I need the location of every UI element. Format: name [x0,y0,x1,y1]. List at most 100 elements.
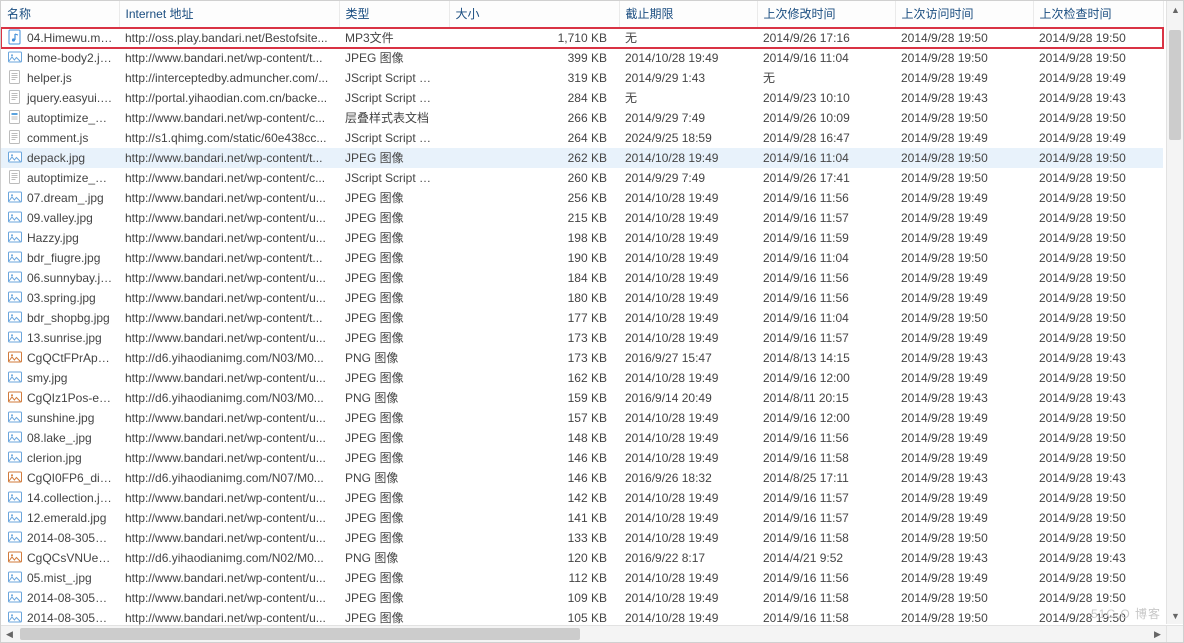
table-row[interactable]: CgQI0FP6_diA...http://d6.yihaodianimg.co… [1,468,1163,488]
cell-type: JPEG 图像 [339,188,449,208]
table-row[interactable]: 03.spring.jpghttp://www.bandari.net/wp-c… [1,288,1163,308]
table-row[interactable]: smy.jpghttp://www.bandari.net/wp-content… [1,368,1163,388]
cell-accessed: 2014/9/28 19:49 [895,268,1033,288]
cell-type: JScript Script 文件 [339,88,449,108]
table-row[interactable]: 07.dream_.jpghttp://www.bandari.net/wp-c… [1,188,1163,208]
table-row[interactable]: CgQCsVNUecC...http://d6.yihaodianimg.com… [1,548,1163,568]
cell-size: 256 KB [449,188,619,208]
cell-text: JPEG 图像 [345,311,404,325]
cell-checked: 2014/9/28 19:49 [1033,68,1163,88]
table-row[interactable]: 2014-08-3056.j...http://www.bandari.net/… [1,528,1163,548]
cell-text: 157 KB [568,411,607,425]
horizontal-scrollbar[interactable]: ◀ ▶ [1,625,1166,642]
table-row[interactable]: 05.mist_.jpghttp://www.bandari.net/wp-co… [1,568,1163,588]
cell-accessed: 2014/9/28 19:50 [895,588,1033,608]
table-row[interactable]: 04.Himewu.mp3http://oss.play.bandari.net… [1,28,1163,49]
table-row[interactable]: jquery.easyui.m...http://portal.yihaodia… [1,88,1163,108]
cell-text: 2014/9/28 19:43 [1039,91,1126,105]
column-header-size[interactable]: 大小 [449,1,619,28]
cell-text: 399 KB [568,51,607,65]
cell-url: http://www.bandari.net/wp-content/u... [119,228,339,248]
cell-checked: 2014/9/28 19:50 [1033,168,1163,188]
table-row[interactable]: 09.valley.jpghttp://www.bandari.net/wp-c… [1,208,1163,228]
column-header-deadline[interactable]: 截止期限 [619,1,757,28]
table-row[interactable]: comment.jshttp://s1.qhimg.com/static/60e… [1,128,1163,148]
cell-accessed: 2014/9/28 19:50 [895,168,1033,188]
table-row[interactable]: clerion.jpghttp://www.bandari.net/wp-con… [1,448,1163,468]
cell-text: 2014/9/28 19:50 [1039,111,1126,125]
table-row[interactable]: CgQIz1Pos-eA...http://d6.yihaodianimg.co… [1,388,1163,408]
scrollbar-corner [1166,625,1183,642]
file-name-text: CgQI0FP6_diA... [27,471,118,485]
cell-url: http://www.bandari.net/wp-content/t... [119,308,339,328]
file-name-text: 09.valley.jpg [27,211,93,225]
cell-type: JPEG 图像 [339,428,449,448]
cell-text: 2014/9/28 19:43 [1039,471,1126,485]
table-row[interactable]: Hazzy.jpghttp://www.bandari.net/wp-conte… [1,228,1163,248]
table-row[interactable]: 2014-08-30531...http://www.bandari.net/w… [1,588,1163,608]
cell-text: 2014/9/28 19:49 [1039,71,1126,85]
column-header-url[interactable]: Internet 地址 [119,1,339,28]
cell-text: 180 KB [568,291,607,305]
column-header-accessed[interactable]: 上次访问时间 [895,1,1033,28]
cell-modified: 2014/9/16 11:58 [757,448,895,468]
column-header-name[interactable]: 名称 [1,1,119,28]
scroll-track-v[interactable] [1167,18,1183,607]
cell-deadline: 2024/9/25 18:59 [619,128,757,148]
table-row[interactable]: 12.emerald.jpghttp://www.bandari.net/wp-… [1,508,1163,528]
cell-text: 2014/9/28 19:43 [901,91,988,105]
cell-text: 2014/10/28 19:49 [625,511,718,525]
table-row[interactable]: bdr_fiugre.jpghttp://www.bandari.net/wp-… [1,248,1163,268]
scroll-up-icon[interactable]: ▲ [1167,1,1184,18]
scroll-left-icon[interactable]: ◀ [1,626,18,643]
scroll-down-icon[interactable]: ▼ [1167,607,1184,624]
cell-text: 2014/10/28 19:49 [625,371,718,385]
cell-name: helper.js [1,68,119,88]
table-row[interactable]: 14.collection.jpghttp://www.bandari.net/… [1,488,1163,508]
scroll-right-icon[interactable]: ▶ [1149,626,1166,643]
table-row[interactable]: sunshine.jpghttp://www.bandari.net/wp-co… [1,408,1163,428]
table-row[interactable]: autoptimize_5f...http://www.bandari.net/… [1,108,1163,128]
cell-text: 2014/9/23 10:10 [763,91,850,105]
table-row[interactable]: CgQCtFPrApW...http://d6.yihaodianimg.com… [1,348,1163,368]
cell-url: http://www.bandari.net/wp-content/u... [119,588,339,608]
table-row[interactable]: home-body2.jpghttp://www.bandari.net/wp-… [1,48,1163,68]
image-icon [7,429,23,445]
cell-size: 319 KB [449,68,619,88]
cell-text: 146 KB [568,451,607,465]
cell-size: 190 KB [449,248,619,268]
cell-deadline: 2014/10/28 19:49 [619,568,757,588]
table-row[interactable]: helper.jshttp://interceptedby.admuncher.… [1,68,1163,88]
cell-text: http://www.bandari.net/wp-content/t... [125,51,322,65]
table-row[interactable]: autoptimize_1c...http://www.bandari.net/… [1,168,1163,188]
cell-modified: 2014/9/16 11:56 [757,288,895,308]
cell-accessed: 2014/9/28 19:49 [895,188,1033,208]
cell-checked: 2014/9/28 19:43 [1033,88,1163,108]
cell-text: 319 KB [568,71,607,85]
scroll-thumb-v[interactable] [1169,30,1181,140]
column-header-checked[interactable]: 上次检查时间 [1033,1,1163,28]
table-row[interactable]: 06.sunnybay.jpghttp://www.bandari.net/wp… [1,268,1163,288]
cell-text: 2014/10/28 19:49 [625,51,718,65]
file-name-text: 12.emerald.jpg [27,511,106,525]
cell-text: 2014/9/28 19:50 [1039,511,1126,525]
table-row[interactable]: 08.lake_.jpghttp://www.bandari.net/wp-co… [1,428,1163,448]
table-row[interactable]: 13.sunrise.jpghttp://www.bandari.net/wp-… [1,328,1163,348]
vertical-scrollbar[interactable]: ▲ ▼ [1166,1,1183,624]
column-header-modified[interactable]: 上次修改时间 [757,1,895,28]
table-row[interactable]: depack.jpghttp://www.bandari.net/wp-cont… [1,148,1163,168]
image-icon [7,449,23,465]
cell-text: 2014/9/16 11:58 [763,611,849,625]
cell-deadline: 2014/10/28 19:49 [619,528,757,548]
cell-text: 2014/9/28 19:50 [901,111,988,125]
scroll-thumb-h[interactable] [20,628,580,640]
image-icon [7,609,23,625]
scroll-track-h[interactable] [18,626,1149,642]
cell-name: 04.Himewu.mp3 [1,28,119,49]
cell-text: 无 [625,91,637,105]
cell-name: 2014-08-3056.j... [1,528,119,548]
column-header-type[interactable]: 类型 [339,1,449,28]
js-icon [7,89,23,105]
table-row[interactable]: bdr_shopbg.jpghttp://www.bandari.net/wp-… [1,308,1163,328]
cell-text: 2014/8/13 14:15 [763,351,850,365]
